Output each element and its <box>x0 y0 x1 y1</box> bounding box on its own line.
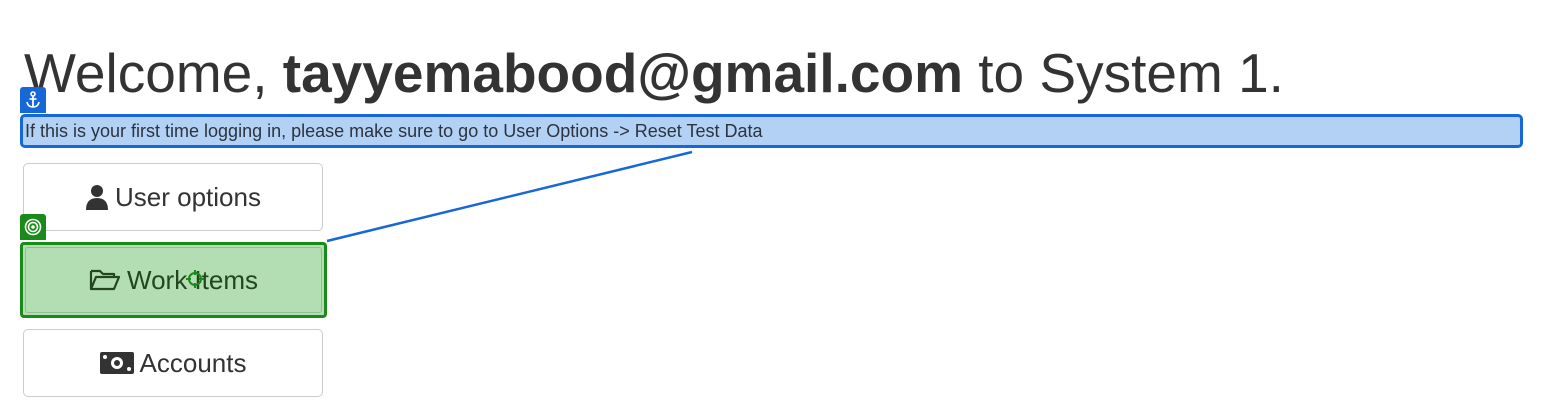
folder-open-icon <box>89 268 121 292</box>
work-items-label: Work Items <box>127 264 258 295</box>
notice-text: If this is your first time logging in, p… <box>25 121 763 141</box>
welcome-prefix: Welcome, <box>24 42 283 104</box>
user-options-label: User options <box>115 181 261 212</box>
user-icon <box>85 184 109 210</box>
anchor-icon <box>20 87 46 113</box>
accounts-button[interactable]: Accounts <box>23 329 323 397</box>
money-icon <box>99 352 134 374</box>
page-title: Welcome, tayyemabood@gmail.com to System… <box>24 40 1284 106</box>
work-items-button[interactable]: Work Items <box>20 242 327 318</box>
target-icon <box>20 214 46 240</box>
welcome-suffix: to System 1. <box>962 42 1284 104</box>
first-login-notice: If this is your first time logging in, p… <box>20 114 1523 148</box>
accounts-label: Accounts <box>139 347 247 378</box>
user-options-button[interactable]: User options <box>23 163 323 231</box>
user-email: tayyemabood@gmail.com <box>282 42 963 104</box>
